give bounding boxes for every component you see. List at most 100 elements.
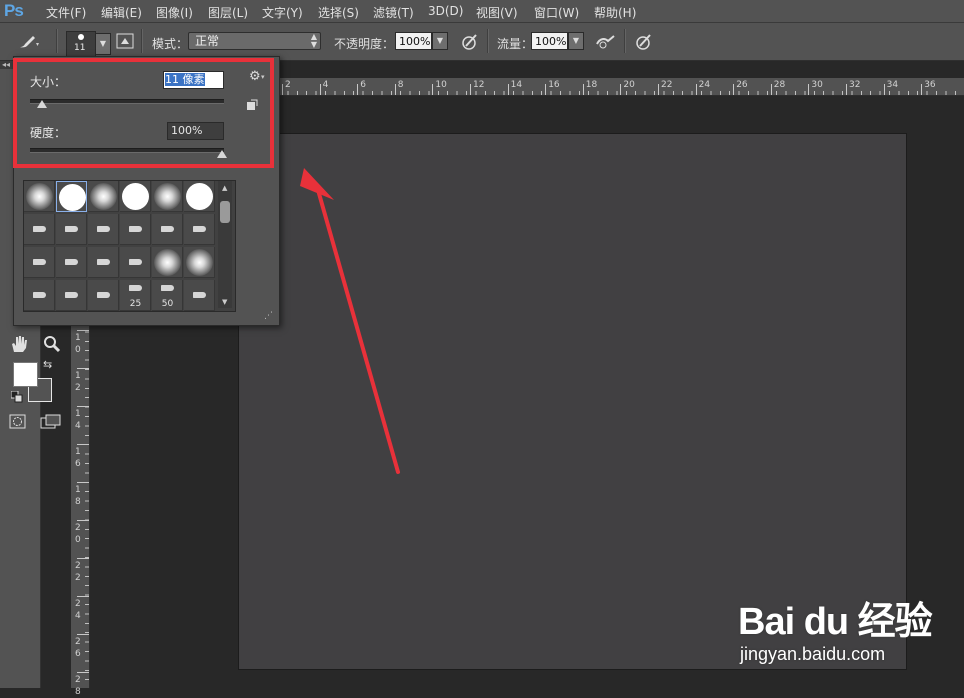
highlight-box bbox=[13, 58, 274, 168]
soft-brush-icon bbox=[186, 249, 213, 276]
brush-tip-icon bbox=[193, 226, 206, 232]
chevron-down-icon[interactable]: ▼ bbox=[95, 33, 111, 55]
brush-preset-grid: 25 50 bbox=[23, 180, 236, 312]
annotation-arrow bbox=[300, 168, 400, 474]
mode-value: 正常 bbox=[195, 34, 220, 48]
brush-preset-8[interactable] bbox=[88, 214, 119, 245]
soft-brush-icon bbox=[154, 249, 181, 276]
menu-item-7[interactable]: 3D(D) bbox=[428, 4, 463, 18]
brush-tip-icon bbox=[65, 292, 78, 298]
airbrush-icon[interactable] bbox=[595, 32, 617, 56]
menu-item-6[interactable]: 滤镜(T) bbox=[373, 4, 414, 21]
brush-preset-14[interactable] bbox=[88, 247, 119, 278]
ruler-tick bbox=[319, 84, 321, 95]
quick-mask-icon[interactable] bbox=[9, 414, 27, 433]
brush-preset-11[interactable] bbox=[184, 214, 215, 245]
hand-tool-icon[interactable] bbox=[9, 334, 31, 358]
menu-item-8[interactable]: 视图(V) bbox=[476, 4, 518, 21]
ruler-label: 12 bbox=[473, 80, 485, 90]
menu-item-5[interactable]: 选择(S) bbox=[318, 4, 359, 21]
brush-preset-2[interactable] bbox=[88, 181, 119, 212]
screen-mode-icon[interactable] bbox=[40, 414, 62, 433]
pressure-opacity-icon[interactable] bbox=[460, 32, 480, 56]
swap-colors-icon[interactable]: ⇆ bbox=[43, 358, 52, 371]
menu-item-10[interactable]: 帮助(H) bbox=[594, 4, 636, 21]
flow-input[interactable]: 100% bbox=[531, 32, 568, 50]
brush-preset-3[interactable] bbox=[120, 181, 151, 212]
opacity-dropdown-icon[interactable]: ▼ bbox=[432, 32, 448, 50]
brush-preset-0[interactable] bbox=[24, 181, 55, 212]
ruler-label: 16 bbox=[75, 447, 81, 469]
ruler-label: 18 bbox=[585, 80, 598, 90]
ruler-label: 36 bbox=[924, 80, 936, 90]
brush-preset-size-label: 25 bbox=[129, 299, 142, 309]
menu-item-9[interactable]: 窗口(W) bbox=[534, 4, 579, 21]
hard-brush-icon bbox=[59, 184, 86, 211]
brush-tip-icon bbox=[129, 285, 142, 291]
brush-tip-icon bbox=[129, 259, 142, 265]
hard-brush-icon bbox=[122, 183, 149, 210]
pressure-size-icon[interactable] bbox=[634, 32, 654, 56]
scroll-up-icon[interactable]: ▲ bbox=[222, 184, 227, 192]
baidu-watermark-logo: Bai du 经验 bbox=[738, 601, 933, 643]
menu-item-0[interactable]: 文件(F) bbox=[46, 4, 86, 21]
ruler-tick bbox=[846, 84, 847, 95]
ruler-tick bbox=[77, 558, 89, 559]
brush-preset-7[interactable] bbox=[56, 214, 87, 245]
vertical-ruler: 10 12 14 16 18 20 22 24 26 28 bbox=[71, 322, 90, 697]
ruler-tick bbox=[77, 672, 89, 673]
brush-tip-icon bbox=[161, 285, 174, 291]
ruler-tick bbox=[620, 84, 622, 95]
ruler-label: 6 bbox=[360, 80, 366, 90]
mode-select[interactable]: 正常 ▲ ▼ bbox=[188, 32, 321, 50]
brush-preset-10[interactable] bbox=[152, 214, 183, 245]
brush-preset-21[interactable]: 25 bbox=[120, 280, 151, 311]
ruler-tick bbox=[470, 84, 471, 95]
brush-preset-4[interactable] bbox=[152, 181, 183, 212]
brush-preset-16[interactable] bbox=[152, 247, 183, 278]
soft-brush-icon bbox=[90, 183, 117, 210]
ruler-label: 26 bbox=[75, 637, 81, 659]
foreground-color-swatch[interactable] bbox=[13, 362, 38, 387]
brush-preset-20[interactable] bbox=[88, 280, 119, 311]
menu-item-1[interactable]: 编辑(E) bbox=[101, 4, 142, 21]
menu-item-3[interactable]: 图层(L) bbox=[208, 4, 248, 21]
ruler-label: 10 bbox=[75, 333, 81, 355]
ruler-tick bbox=[77, 596, 89, 597]
ruler-tick bbox=[357, 84, 359, 95]
ruler-label: 30 bbox=[811, 80, 823, 90]
scroll-down-icon[interactable]: ▼ bbox=[222, 298, 227, 306]
menu-item-4[interactable]: 文字(Y) bbox=[262, 4, 303, 21]
brush-tip-icon bbox=[161, 226, 174, 232]
brush-preset-5[interactable] bbox=[184, 181, 215, 212]
ruler-label: 20 bbox=[623, 80, 635, 90]
ruler-tick bbox=[282, 84, 283, 95]
brush-preset-15[interactable] bbox=[120, 247, 151, 278]
menu-item-2[interactable]: 图像(I) bbox=[156, 4, 193, 21]
flow-dropdown-icon[interactable]: ▼ bbox=[568, 32, 584, 50]
brush-dot-icon bbox=[78, 34, 84, 40]
default-colors-icon[interactable] bbox=[10, 390, 23, 406]
opacity-input[interactable]: 100% bbox=[395, 32, 432, 50]
ruler-tick bbox=[77, 482, 89, 483]
brush-preset-6[interactable] bbox=[24, 214, 55, 245]
ruler-label: 14 bbox=[510, 80, 523, 90]
soft-brush-icon bbox=[154, 183, 181, 210]
brush-preset-picker[interactable]: 11 bbox=[66, 31, 96, 57]
brush-preset-17[interactable] bbox=[184, 247, 215, 278]
ruler-label: 26 bbox=[736, 80, 748, 90]
preset-scrollbar-thumb[interactable] bbox=[220, 201, 230, 223]
brush-preset-23[interactable] bbox=[184, 280, 215, 311]
brush-preset-18[interactable] bbox=[24, 280, 55, 311]
brush-preset-9[interactable] bbox=[120, 214, 151, 245]
zoom-tool-icon[interactable] bbox=[42, 334, 62, 358]
brush-tip-icon bbox=[33, 226, 46, 232]
brush-preset-22[interactable]: 50 bbox=[152, 280, 183, 311]
resize-grip-icon[interactable]: ⋰ bbox=[264, 311, 273, 321]
brush-preset-1[interactable] bbox=[56, 181, 87, 212]
brush-panel-toggle-icon[interactable] bbox=[116, 32, 134, 54]
brush-preset-19[interactable] bbox=[56, 280, 87, 311]
brush-preset-12[interactable] bbox=[24, 247, 55, 278]
brush-preset-13[interactable] bbox=[56, 247, 87, 278]
brush-tool-icon[interactable] bbox=[18, 33, 40, 53]
